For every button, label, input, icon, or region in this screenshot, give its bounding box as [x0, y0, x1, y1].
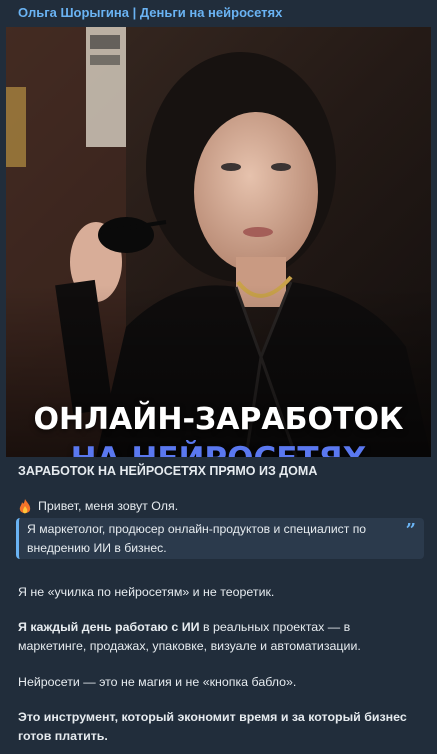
portrait-photo: [6, 27, 431, 457]
post-hero-image[interactable]: ОНЛАЙН-ЗАРАБОТОК НА НЕЙРОСЕТЯХ: [6, 27, 431, 457]
blockquote: Я маркетолог, продюсер онлайн-продуктов …: [16, 518, 424, 559]
greeting-text: Привет, меня зовут Оля.: [38, 499, 179, 513]
paragraph-1: Я не «училка по нейросетям» и не теорети…: [18, 585, 275, 599]
channel-post: Ольга Шорыгина | Деньги на нейросетях ОН…: [0, 0, 437, 754]
quote-text: Я маркетолог, продюсер онлайн-продуктов …: [27, 522, 367, 555]
fire-icon: [19, 498, 31, 513]
paragraph-2-bold: Я каждый день работаю с ИИ: [18, 620, 200, 634]
hero-title-line-2: НА НЕЙРОСЕТЯХ: [6, 441, 431, 457]
paragraph-2: Я каждый день работаю с ИИ в реальных пр…: [18, 618, 418, 656]
hero-title-line-1: ОНЛАЙН-ЗАРАБОТОК: [33, 402, 404, 437]
paragraph-4: Это инструмент, который экономит время и…: [18, 710, 407, 743]
quote-icon: ”: [405, 520, 416, 541]
channel-title[interactable]: Ольга Шорыгина | Деньги на нейросетях: [18, 5, 282, 20]
paragraph-3: Нейросети — это не магия и не «кнопка ба…: [18, 675, 297, 689]
post-headline: ЗАРАБОТОК НА НЕЙРОСЕТЯХ ПРЯМО ИЗ ДОМА: [18, 464, 318, 478]
greeting-line: Привет, меня зовут Оля.: [18, 497, 178, 516]
